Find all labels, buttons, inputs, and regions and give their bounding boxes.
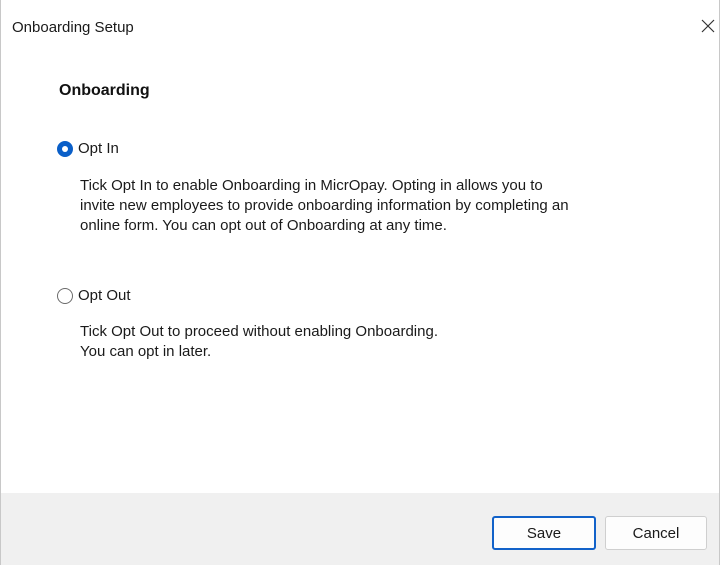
close-button[interactable] (697, 12, 719, 40)
opt-in-radio-option[interactable]: Opt In (57, 140, 119, 157)
section-heading: Onboarding (59, 82, 150, 99)
opt-out-description-line: Tick Opt Out to proceed without enabling… (80, 323, 438, 340)
opt-in-description-line: invite new employees to provide onboardi… (80, 197, 569, 214)
opt-out-label[interactable]: Opt Out (78, 287, 131, 304)
opt-in-description-line: online form. You can opt out of Onboardi… (80, 217, 447, 234)
save-button[interactable]: Save (492, 516, 596, 550)
opt-in-label[interactable]: Opt In (78, 140, 119, 157)
opt-out-radio-option[interactable]: Opt Out (57, 287, 131, 304)
onboarding-setup-dialog: Onboarding Setup Onboarding Opt In Tick … (0, 0, 720, 565)
opt-in-radio-button[interactable] (57, 140, 73, 157)
opt-out-description: Tick Opt Out to proceed without enabling… (80, 322, 438, 362)
cancel-button[interactable]: Cancel (605, 516, 707, 550)
dialog-content: Onboarding Opt In Tick Opt In to enable … (1, 56, 719, 493)
opt-in-description: Tick Opt In to enable Onboarding in Micr… (80, 176, 569, 236)
opt-out-description-line: You can opt in later. (80, 343, 212, 360)
close-icon (701, 19, 715, 33)
opt-out-radio-button[interactable] (57, 287, 73, 304)
title-bar: Onboarding Setup (1, 0, 719, 56)
opt-in-description-line: Tick Opt In to enable Onboarding in Micr… (80, 177, 543, 194)
window-title: Onboarding Setup (12, 19, 134, 36)
dialog-footer: Save Cancel (1, 493, 719, 565)
